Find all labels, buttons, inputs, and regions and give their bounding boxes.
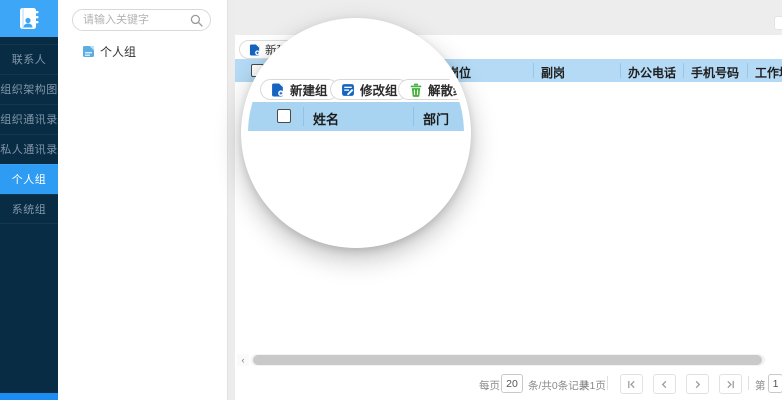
app-logo[interactable] [0, 0, 58, 37]
scrollbar-track[interactable] [251, 354, 765, 366]
scrollbar-left-arrow[interactable]: ‹ [237, 354, 249, 366]
column-header-mobile: 手机号码 [691, 64, 739, 81]
search-input[interactable] [83, 11, 188, 29]
magnified-column-header-department: 部门 [423, 109, 449, 128]
horizontal-scrollbar: ‹ [237, 354, 765, 366]
chevron-right-icon [693, 380, 702, 389]
next-page-button[interactable] [686, 374, 709, 394]
total-pages-label: 共1页 [579, 378, 606, 393]
edit-group-icon [341, 83, 355, 97]
pagination-divider [607, 376, 608, 390]
sidebar-item-personal-group[interactable]: 个人组 [0, 164, 58, 194]
magnified-dissolve-group-label: 解散组 [428, 80, 464, 99]
column-divider [303, 107, 304, 126]
sidebar-item-contacts[interactable]: 联系人 [0, 44, 58, 74]
column-divider [620, 63, 621, 78]
sidebar-item-private-directory[interactable]: 私人通讯录 [0, 134, 58, 164]
last-page-icon [726, 380, 735, 389]
prev-page-button[interactable] [653, 374, 676, 394]
column-divider [413, 107, 414, 126]
magnified-table-header: 姓名 部门 [248, 102, 464, 131]
pagination-bar: 每页 条/共0条记录 共1页 [235, 372, 782, 396]
sidebar-item-system-group[interactable]: 系统组 [0, 194, 58, 224]
app-window: 联系人 组织架构图 组织通讯录 私人通讯录 个人组 系统组 个人组 [0, 0, 782, 400]
column-divider [747, 63, 748, 78]
group-node-icon [82, 45, 95, 58]
trash-icon [409, 83, 423, 97]
magnifier-content: 新建组 修改组 解散组 [248, 25, 464, 241]
magnified-edit-group-button[interactable]: 修改组 [330, 79, 409, 100]
magnified-select-all-checkbox[interactable] [277, 109, 291, 123]
sidebar-nav: 联系人 组织架构图 组织通讯录 私人通讯录 个人组 系统组 [0, 44, 58, 224]
magnifier-glass: 新建组 修改组 解散组 [241, 18, 471, 248]
column-header-office-phone: 办公电话 [628, 64, 676, 81]
current-page-input[interactable] [768, 374, 782, 393]
sidebar: 联系人 组织架构图 组织通讯录 私人通讯录 个人组 系统组 [0, 0, 58, 400]
magnified-edit-group-label: 修改组 [360, 80, 398, 99]
tree-panel: 个人组 [58, 0, 228, 400]
column-divider [533, 63, 534, 78]
magnified-dissolve-group-button[interactable]: 解散组 [398, 79, 464, 100]
page-size-input[interactable] [501, 374, 523, 393]
magnified-new-group-button[interactable]: 新建组 [260, 79, 339, 100]
page-prefix-label: 第 [755, 378, 766, 393]
per-page-label: 每页 [479, 378, 500, 393]
search-box [72, 9, 211, 31]
column-header-work-location: 工作地 [755, 64, 782, 81]
column-header-deputy: 副岗 [541, 64, 565, 81]
last-page-button[interactable] [719, 374, 742, 394]
new-group-icon [271, 83, 285, 97]
pagination-divider [748, 376, 749, 390]
new-group-icon [249, 44, 261, 56]
tree-item-label: 个人组 [100, 43, 136, 60]
search-icon[interactable] [190, 14, 203, 27]
top-bar-partial-control[interactable] [774, 16, 782, 30]
address-book-icon [16, 6, 42, 32]
sidebar-item-org-directory[interactable]: 组织通讯录 [0, 104, 58, 134]
scrollbar-thumb[interactable] [253, 355, 762, 365]
sidebar-footer-bar [0, 393, 58, 400]
chevron-left-icon [660, 380, 669, 389]
magnified-new-group-label: 新建组 [290, 80, 328, 99]
first-page-icon [627, 380, 636, 389]
sidebar-item-org-chart[interactable]: 组织架构图 [0, 74, 58, 104]
column-divider [683, 63, 684, 78]
first-page-button[interactable] [620, 374, 643, 394]
tree-item-personal-group[interactable]: 个人组 [82, 43, 136, 60]
magnified-column-header-name: 姓名 [313, 109, 339, 128]
